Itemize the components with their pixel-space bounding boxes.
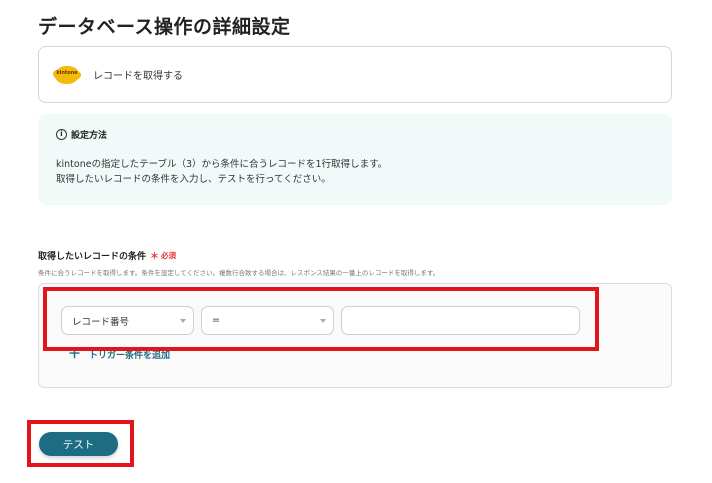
instructions-line-1: kintoneの指定したテーブル（3）から条件に合うレコードを1行取得します。: [56, 159, 388, 170]
required-star: ＊: [150, 252, 160, 262]
instructions-title: 設定方法: [71, 131, 108, 141]
kintone-logo-text: kintone: [56, 69, 78, 76]
conditions-label: 取得したいレコードの条件 ＊ 必須: [38, 249, 176, 262]
required-badge: 必須: [161, 251, 177, 260]
info-icon: i: [56, 129, 67, 140]
page-title: データベース操作の詳細設定: [38, 16, 291, 38]
app-action-label: レコードを取得する: [93, 71, 183, 82]
highlight-box-conditions: [43, 287, 599, 351]
instructions-header: i 設定方法: [56, 128, 654, 141]
conditions-label-text: 取得したいレコードの条件: [38, 252, 147, 262]
instructions-body: kintoneの指定したテーブル（3）から条件に合うレコードを1行取得します。 …: [56, 157, 654, 187]
kintone-logo-icon: kintone: [53, 65, 81, 85]
app-action-card: kintone レコードを取得する: [38, 46, 672, 103]
instructions-line-2: 取得したいレコードの条件を入力し、テストを行ってください。: [56, 174, 331, 185]
highlight-box-test: [27, 420, 134, 467]
conditions-help-text: 条件に合うレコードを取得します。条件を設定してください。複数行合致する場合は、レ…: [38, 269, 440, 277]
setup-instructions-box: i 設定方法 kintoneの指定したテーブル（3）から条件に合うレコードを1行…: [38, 114, 672, 205]
